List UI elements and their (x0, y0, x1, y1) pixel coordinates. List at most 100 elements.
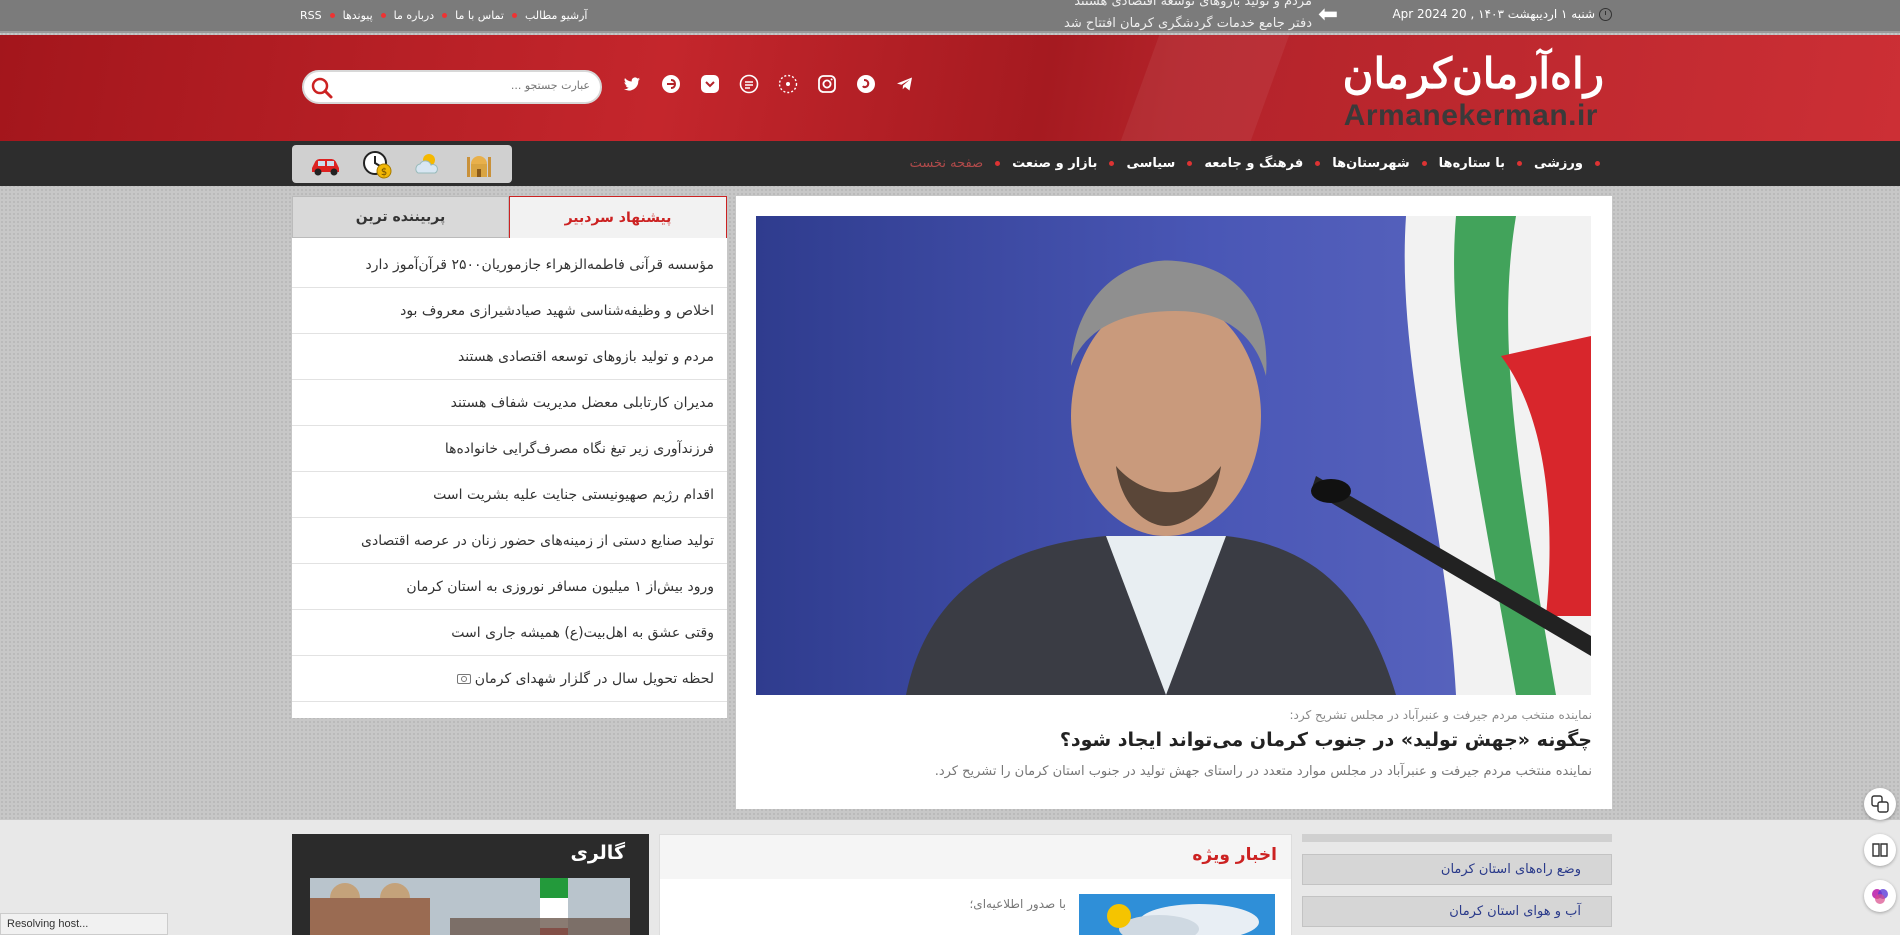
special-news-title: اخبار ویژه (1192, 845, 1277, 865)
top-links: RSS پیوندها درباره ما تماس با ما آرشیو م… (300, 9, 588, 22)
tab-bar: پیشنهاد سردبیر پربیننده ترین (292, 196, 727, 238)
list-item-title[interactable]: اخلاص و وظیفه‌شناسی شهید صیادشیرازی معرو… (400, 303, 714, 319)
separator-dot (511, 13, 517, 18)
search-icon[interactable] (308, 74, 336, 102)
gap-icon[interactable] (856, 74, 876, 94)
social-links (622, 74, 915, 94)
nav-item-culture[interactable]: فرهنگ و جامعه (1204, 156, 1303, 171)
list-item[interactable]: لحظه تحویل سال در گلزار شهدای کرمان (292, 656, 727, 702)
nav-item-sports[interactable]: ورزشی (1534, 156, 1583, 171)
translate-icon[interactable] (1864, 788, 1896, 820)
list-item-title[interactable]: ورود بیش‌از ۱ میلیون مسافر نوروزی به است… (406, 579, 714, 595)
list-item-title[interactable]: مدیران کارتابلی معضل مدیریت شفاف هستند (451, 395, 714, 411)
separator-dot (1187, 161, 1193, 166)
camera-icon (456, 673, 471, 684)
links-link[interactable]: پیوندها (343, 9, 373, 22)
separator-dot (995, 161, 1001, 166)
reader-mode-icon[interactable] (1864, 834, 1896, 866)
clock-icon (1599, 8, 1612, 21)
svg-text:$: $ (380, 167, 386, 178)
archive-link[interactable]: آرشیو مطالب (525, 9, 588, 22)
list-item[interactable]: فرزندآوری زیر تیغ نگاه مصرف‌گرایی خانواد… (292, 426, 727, 472)
nav-item-stars[interactable]: با ستاره‌ها (1439, 156, 1505, 171)
special-news-body: با صدور اطلاعیه‌ای؛ (660, 879, 1291, 935)
weather-link[interactable]: آب و هوای استان کرمان (1302, 896, 1612, 927)
special-news-lead: با صدور اطلاعیه‌ای؛ (969, 897, 1066, 911)
list-item[interactable]: مدیران کارتابلی معضل مدیریت شفاف هستند (292, 380, 727, 426)
separator-dot (1421, 161, 1427, 166)
twitter-icon[interactable] (622, 74, 642, 94)
lower-section: گالری اخبار ویژه با صدور اطلاعیه‌ای؛ وضع (0, 820, 1900, 935)
story-lead: نماینده منتخب مردم جیرفت و عنبرآباد در م… (1289, 708, 1592, 722)
separator-dot (380, 13, 386, 18)
quick-links: وضع راه‌های استان کرمان آب و هوای استان … (1302, 834, 1612, 935)
list-item-title[interactable]: مؤسسه قرآنی فاطمه‌الزهراء جازموریان۲۵۰۰ … (365, 257, 714, 273)
main-nav: صفحه نخست بازار و صنعت سیاسی فرهنگ و جام… (0, 141, 1900, 186)
car-icon[interactable] (309, 148, 343, 180)
story-headline[interactable]: چگونه «جهش تولید» در جنوب کرمان می‌تواند… (1060, 729, 1592, 751)
search-input[interactable] (350, 79, 590, 92)
separator-dot (329, 13, 335, 18)
search-box (302, 70, 602, 104)
browser-side-tools (1864, 788, 1900, 926)
quick-links-header (1302, 834, 1612, 842)
list-item-title[interactable]: وقتی عشق به اهل‌بیت(ع) همیشه جاری است (451, 625, 714, 641)
eitaa-icon[interactable] (700, 74, 720, 94)
site-header: راه‌آرمان‌کرمان Armanekerman.ir (0, 35, 1900, 141)
browser-status-bar: Resolving host... (0, 913, 168, 935)
gallery-panel: گالری (292, 834, 649, 935)
special-news-panel: اخبار ویژه با صدور اطلاعیه‌ای؛ (659, 834, 1292, 935)
ai-assistant-icon[interactable] (1864, 880, 1896, 912)
virasty-icon[interactable] (661, 74, 681, 94)
widget-bar: $ (292, 145, 512, 183)
weather-icon[interactable] (411, 148, 445, 180)
list-item[interactable]: تولید صنایع دستی از زمینه‌های حضور زنان … (292, 518, 727, 564)
list-item[interactable]: وقتی عشق به اهل‌بیت(ع) همیشه جاری است (292, 610, 727, 656)
telegram-icon[interactable] (895, 74, 915, 94)
tab-editor-picks[interactable]: پیشنهاد سردبیر (509, 196, 727, 238)
featured-story: نماینده منتخب مردم جیرفت و عنبرآباد در م… (736, 196, 1612, 809)
list-item[interactable]: مؤسسه قرآنی فاطمه‌الزهراء جازموریان۲۵۰۰ … (292, 242, 727, 288)
list-item-title[interactable]: اقدام رژیم صهیونیستی جنایت علیه بشریت اس… (433, 487, 714, 503)
about-link[interactable]: درباره ما (394, 9, 434, 22)
nav-item-home[interactable]: صفحه نخست (910, 156, 983, 171)
list-item[interactable]: اقدام رژیم صهیونیستی جنایت علیه بشریت اس… (292, 472, 727, 518)
list-item-title[interactable]: مردم و تولید بازوهای توسعه اقتصادی هستند (458, 349, 714, 365)
road-status-link[interactable]: وضع راه‌های استان کرمان (1302, 854, 1612, 885)
news-ticker[interactable]: مردم و تولید بازوهای توسعه اقتصادی هستند… (1000, 0, 1312, 33)
site-logo-fa[interactable]: راه‌آرمان‌کرمان (1343, 49, 1604, 99)
nav-item-market[interactable]: بازار و صنعت (1012, 156, 1097, 171)
nav-item-cities[interactable]: شهرستان‌ها (1332, 156, 1409, 171)
igap-icon[interactable] (778, 74, 798, 94)
contact-link[interactable]: تماس با ما (455, 9, 504, 22)
current-date: شنبه ۱ اردیبهشت ۱۴۰۳ , 20 Apr 2024 (1392, 7, 1595, 21)
separator-dot (1109, 161, 1115, 166)
currency-icon[interactable]: $ (360, 148, 394, 180)
gallery-thumbnail[interactable] (310, 878, 630, 935)
site-logo-en[interactable]: Armanekerman.ir (1344, 99, 1598, 133)
list-item-title[interactable]: فرزندآوری زیر تیغ نگاه مصرف‌گرایی خانواد… (445, 441, 714, 457)
list-item-title[interactable]: تولید صنایع دستی از زمینه‌های حضور زنان … (361, 533, 714, 549)
list-item[interactable]: ورود بیش‌از ۱ میلیون مسافر نوروزی به است… (292, 564, 727, 610)
list-item[interactable]: مردم و تولید بازوهای توسعه اقتصادی هستند (292, 334, 727, 380)
ticker-item[interactable]: دفتر جامع خدمات گردشگری کرمان افتتاح شد (1064, 16, 1312, 31)
prayer-times-icon[interactable] (462, 148, 496, 180)
tab-most-viewed[interactable]: پربیننده ترین (292, 196, 509, 238)
list-item-title[interactable]: لحظه تحویل سال در گلزار شهدای کرمان (475, 671, 714, 687)
featured-photo[interactable] (756, 216, 1591, 695)
separator-dot (1517, 161, 1522, 166)
news-list: مؤسسه قرآنی فاطمه‌الزهراء جازموریان۲۵۰۰ … (292, 242, 727, 702)
ticker-arrow-icon[interactable]: ⬅ (1318, 2, 1338, 26)
separator-dot (442, 13, 448, 18)
nav-item-politics[interactable]: سیاسی (1126, 156, 1175, 171)
special-news-thumbnail[interactable] (1079, 894, 1275, 935)
instagram-icon[interactable] (817, 74, 837, 94)
separator-dot (1595, 161, 1600, 166)
header-decoration (1120, 35, 1290, 141)
bale-icon[interactable] (739, 74, 759, 94)
nav-menu: صفحه نخست بازار و صنعت سیاسی فرهنگ و جام… (910, 141, 1600, 186)
separator-dot (1315, 161, 1321, 166)
rss-link[interactable]: RSS (300, 9, 322, 22)
list-item[interactable]: اخلاص و وظیفه‌شناسی شهید صیادشیرازی معرو… (292, 288, 727, 334)
ticker-item[interactable]: مردم و تولید بازوهای توسعه اقتصادی هستند (1074, 0, 1312, 9)
